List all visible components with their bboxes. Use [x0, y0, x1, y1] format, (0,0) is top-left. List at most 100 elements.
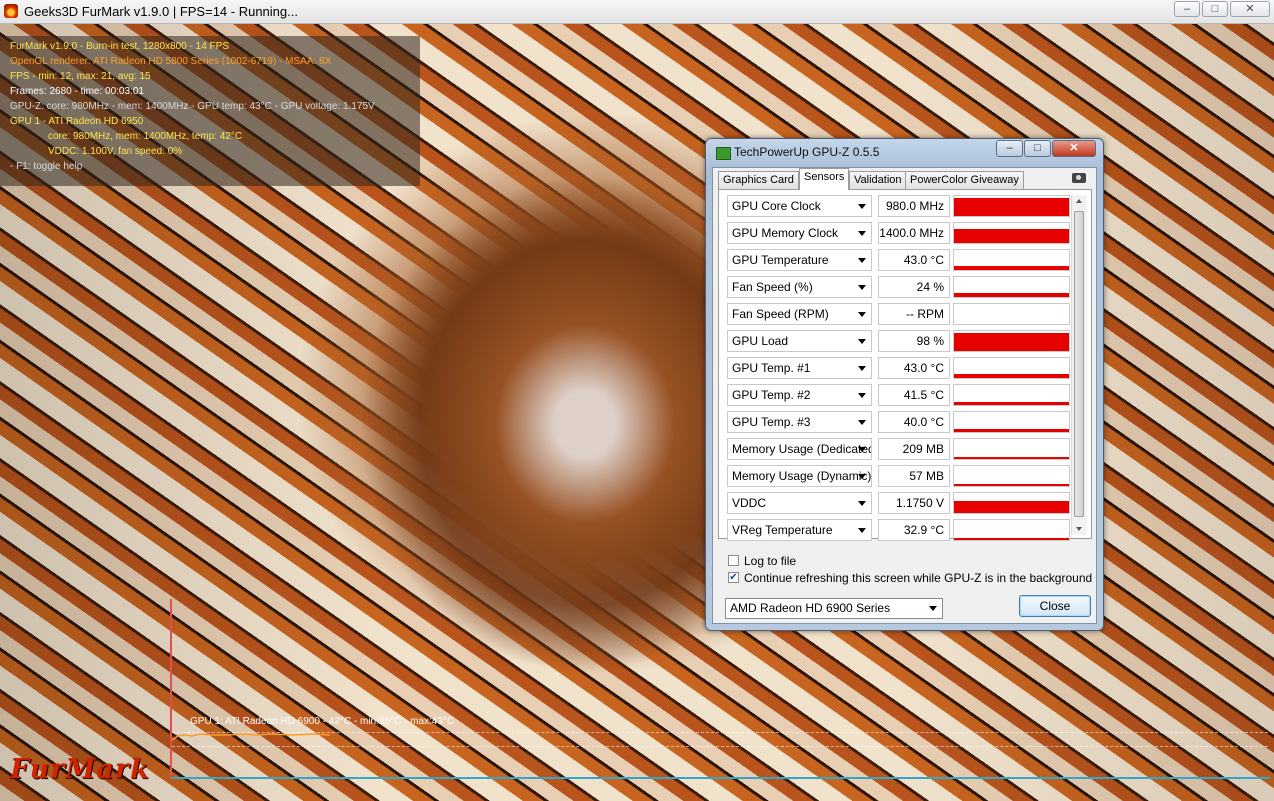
sensor-graph-fill	[954, 198, 1069, 216]
stats-overlay: FurMark v1.9.0 - Burn-in test, 1280x800 …	[0, 36, 420, 186]
chevron-down-icon	[858, 501, 866, 506]
sensor-value: 43.0 °C	[878, 357, 950, 379]
sensor-name-dropdown[interactable]: GPU Core Clock	[727, 195, 872, 217]
sensor-name-dropdown[interactable]: Memory Usage (Dedicated)	[727, 438, 872, 460]
sensor-graph[interactable]	[953, 438, 1070, 460]
screenshot-camera-icon[interactable]	[1072, 173, 1086, 183]
sensor-graph-fill	[954, 374, 1069, 378]
sensor-row: Fan Speed (%) 24 %	[727, 276, 1070, 298]
chevron-down-icon	[858, 420, 866, 425]
chevron-down-icon	[858, 447, 866, 452]
sensor-graph-fill	[954, 538, 1069, 540]
sensor-value: 1.1750 V	[878, 492, 950, 514]
log-to-file-checkbox[interactable]	[728, 555, 739, 566]
gpuz-maximize-button[interactable]: □	[1024, 140, 1051, 157]
sensor-name-label: VDDC	[732, 496, 767, 510]
scrollbar-thumb[interactable]	[1074, 211, 1084, 517]
device-select-value: AMD Radeon HD 6900 Series	[730, 601, 891, 615]
sensor-name-dropdown[interactable]: VReg Temperature	[727, 519, 872, 541]
tab-graphics-card[interactable]: Graphics Card	[718, 171, 799, 189]
sensor-name-dropdown[interactable]: GPU Load	[727, 330, 872, 352]
sensor-graph[interactable]	[953, 384, 1070, 406]
sensor-graph[interactable]	[953, 519, 1070, 541]
log-to-file-label: Log to file	[744, 554, 797, 568]
sensor-name-label: GPU Temp. #1	[732, 361, 811, 375]
overlay-line-help: - F1: toggle help	[10, 161, 83, 172]
chevron-down-icon	[858, 339, 866, 344]
maximize-button[interactable]: □	[1202, 1, 1228, 17]
sensor-value: 24 %	[878, 276, 950, 298]
chevron-down-icon	[858, 528, 866, 533]
sensor-graph[interactable]	[953, 492, 1070, 514]
sensor-graph[interactable]	[953, 249, 1070, 271]
sensor-graph[interactable]	[953, 303, 1070, 325]
sensor-name-dropdown[interactable]: Memory Usage (Dynamic)	[727, 465, 872, 487]
sensors-scrollbar[interactable]	[1071, 195, 1087, 535]
sensor-name-label: GPU Core Clock	[732, 199, 821, 213]
sensor-name-label: Fan Speed (RPM)	[732, 307, 829, 321]
sensor-name-label: GPU Temp. #3	[732, 415, 811, 429]
sensor-name-dropdown[interactable]: GPU Temp. #2	[727, 384, 872, 406]
overlay-line-frames: Frames: 2680 - time: 00:03:01	[10, 86, 144, 97]
sensor-name-dropdown[interactable]: Fan Speed (%)	[727, 276, 872, 298]
sensor-graph[interactable]	[953, 357, 1070, 379]
gpuz-app-icon	[716, 147, 731, 160]
sensor-name-label: GPU Temperature	[732, 253, 829, 267]
close-button[interactable]: Close	[1019, 595, 1091, 617]
sensor-value: 32.9 °C	[878, 519, 950, 541]
chevron-down-icon	[858, 366, 866, 371]
continue-refresh-label: Continue refreshing this screen while GP…	[744, 571, 1093, 585]
sensor-graph[interactable]	[953, 330, 1070, 352]
sensor-graph[interactable]	[953, 222, 1070, 244]
sensor-row: GPU Temp. #2 41.5 °C	[727, 384, 1070, 406]
chevron-down-icon	[858, 474, 866, 479]
gpuz-minimize-button[interactable]: –	[996, 140, 1023, 157]
chevron-down-icon	[858, 258, 866, 263]
sensor-graph[interactable]	[953, 411, 1070, 433]
sensor-name-label: Fan Speed (%)	[732, 280, 813, 294]
sensor-graph-fill	[954, 484, 1069, 486]
gpuz-window: TechPowerUp GPU-Z 0.5.5 – □ ✕ Graphics C…	[705, 138, 1104, 631]
device-select[interactable]: AMD Radeon HD 6900 Series	[725, 598, 943, 619]
sensor-graph-fill	[954, 333, 1069, 351]
furmark-logo-text: FurMark	[10, 754, 150, 785]
sensor-graph[interactable]	[953, 465, 1070, 487]
chevron-down-icon	[858, 231, 866, 236]
sensor-name-dropdown[interactable]: VDDC	[727, 492, 872, 514]
tab-sensors[interactable]: Sensors	[799, 168, 850, 190]
chevron-down-icon	[858, 204, 866, 209]
furmark-titlebar: Geeks3D FurMark v1.9.0 | FPS=14 - Runnin…	[0, 0, 1274, 24]
overlay-line-gpu1-clocks: core: 980MHz, mem: 1400MHz, temp: 42°C	[48, 131, 243, 142]
sensor-row: VReg Temperature 32.9 °C	[727, 519, 1070, 541]
sensor-name-dropdown[interactable]: GPU Temp. #1	[727, 357, 872, 379]
sensor-row: Fan Speed (RPM) -- RPM	[727, 303, 1070, 325]
sensor-name-dropdown[interactable]: GPU Memory Clock	[727, 222, 872, 244]
sensor-name-dropdown[interactable]: GPU Temperature	[727, 249, 872, 271]
sensor-value: 980.0 MHz	[878, 195, 950, 217]
sensor-name-dropdown[interactable]: Fan Speed (RPM)	[727, 303, 872, 325]
sensor-name-label: GPU Memory Clock	[732, 226, 839, 240]
sensor-value: 40.0 °C	[878, 411, 950, 433]
sensor-name-dropdown[interactable]: GPU Temp. #3	[727, 411, 872, 433]
sensor-graph-fill	[954, 402, 1069, 405]
gpuz-close-window-button[interactable]: ✕	[1052, 140, 1096, 157]
scroll-down-arrow-icon[interactable]	[1076, 527, 1082, 531]
minimize-button[interactable]: –	[1174, 1, 1200, 17]
tab-powercolor-giveaway[interactable]: PowerColor Giveaway	[905, 171, 1024, 189]
sensor-row: GPU Temp. #3 40.0 °C	[727, 411, 1070, 433]
sensor-value: 41.5 °C	[878, 384, 950, 406]
sensor-row: GPU Memory Clock 1400.0 MHz	[727, 222, 1070, 244]
close-window-button[interactable]: ✕	[1230, 1, 1270, 17]
sensor-value: 1400.0 MHz	[878, 222, 950, 244]
sensor-graph[interactable]	[953, 276, 1070, 298]
sensor-row: GPU Core Clock 980.0 MHz	[727, 195, 1070, 217]
overlay-line-gpu1: GPU 1 - ATI Radeon HD 6950	[10, 116, 144, 127]
sensor-name-label: VReg Temperature	[732, 523, 833, 537]
chevron-down-icon	[858, 312, 866, 317]
scroll-up-arrow-icon[interactable]	[1076, 199, 1082, 203]
tab-validation[interactable]: Validation	[849, 171, 907, 189]
continue-refresh-checkbox[interactable]: ✔	[728, 572, 739, 583]
sensor-graph[interactable]	[953, 195, 1070, 217]
chevron-down-icon	[858, 393, 866, 398]
sensor-name-label: Memory Usage (Dedicated)	[732, 442, 872, 456]
